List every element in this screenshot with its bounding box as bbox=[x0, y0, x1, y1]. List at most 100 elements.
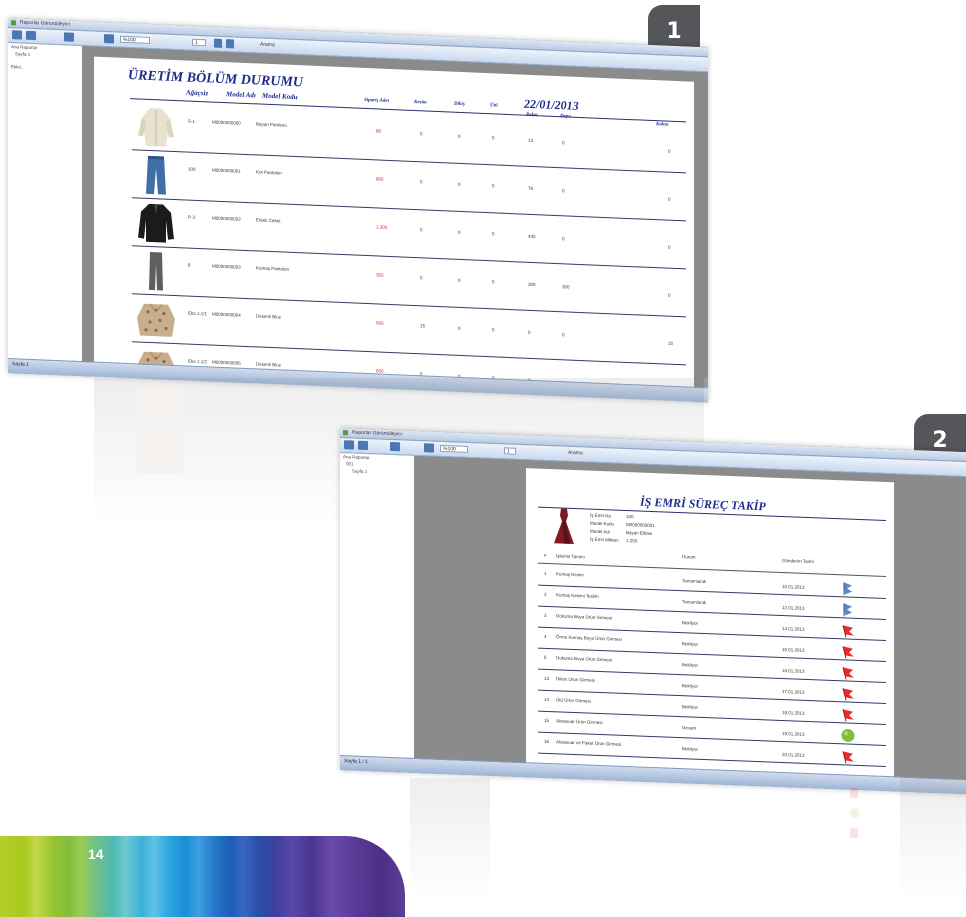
cell-name: Aksesuar ve Paket Ürün Girmesi bbox=[556, 739, 622, 747]
cell-v1: 15 bbox=[420, 323, 426, 329]
cell-date: 17.01.2013 bbox=[782, 688, 805, 695]
cell-v4: 76 bbox=[528, 185, 534, 192]
red-flag-icon bbox=[840, 686, 856, 701]
cell-date: 10.01.2013 bbox=[782, 583, 805, 590]
app-icon bbox=[11, 20, 16, 26]
report-viewport[interactable]: ÜRETİM BÖLÜM DURUMU 22/01/2013 Ağaçsiz M… bbox=[82, 46, 708, 403]
report-page: ÜRETİM BÖLÜM DURUMU 22/01/2013 Ağaçsiz M… bbox=[94, 56, 694, 403]
cell-status: Tamamlandı bbox=[682, 599, 707, 606]
col-header: Dikiş bbox=[454, 101, 465, 108]
info-value: M0000000001 bbox=[626, 521, 655, 529]
decorative-stripe-band bbox=[0, 836, 405, 917]
search-button[interactable]: Arama bbox=[566, 450, 588, 458]
report-page: İŞ EMRİ SÜREÇ TAKİP İş Emri No 100 Model K… bbox=[526, 468, 894, 779]
zoom-select[interactable]: %100 bbox=[440, 444, 468, 453]
black-jacket-image bbox=[136, 201, 176, 250]
cell-v2: 0 bbox=[458, 229, 461, 235]
col-header: Kesim bbox=[414, 100, 427, 106]
cell-v3: 0 bbox=[492, 183, 495, 189]
app-icon bbox=[343, 430, 348, 436]
page-setup-icon[interactable] bbox=[104, 34, 114, 44]
cell-end: 0 bbox=[668, 196, 671, 202]
cell-status: Bekliyor bbox=[682, 683, 699, 689]
cell-model-name: Desenli Bluz bbox=[256, 313, 282, 320]
cell-code: Eko 1.1/1 bbox=[188, 310, 208, 317]
cell-date: 20.01.2013 bbox=[782, 751, 805, 758]
col-header: Ağaçsiz bbox=[186, 88, 209, 98]
cell-status: Bekliyor bbox=[682, 662, 699, 668]
cell-model-name: Desenli Bluz bbox=[256, 361, 282, 368]
page-number: 14 bbox=[88, 846, 104, 862]
cell-status: Devam bbox=[682, 725, 697, 731]
cell-v5: 0 bbox=[562, 140, 565, 146]
info-value: 1.250 bbox=[626, 537, 638, 544]
cell-no: 5 bbox=[544, 654, 547, 660]
cell-no: 3 bbox=[544, 612, 547, 618]
cell-model-name: Kot Pantolon bbox=[256, 169, 282, 176]
cell-date: 18.01.2013 bbox=[782, 709, 805, 716]
cell-model-no: M0000000002 bbox=[212, 215, 241, 222]
status-text: Sayfa 1 / 1 bbox=[344, 758, 368, 766]
badge-label: 1 bbox=[666, 18, 682, 44]
cell-v5: 0 bbox=[562, 188, 565, 194]
cell-date: 19.01.2013 bbox=[782, 730, 805, 737]
report-title: ÜRETİM BÖLÜM DURUMU bbox=[128, 68, 304, 91]
green-circle-icon bbox=[840, 728, 856, 743]
cell-code: 8 bbox=[188, 262, 191, 268]
cell-v4: 300 bbox=[528, 281, 536, 288]
cell-name: Aksesuar Ürün Girmesi bbox=[556, 718, 603, 726]
cell-code: Eko 1.1/2 bbox=[188, 358, 208, 365]
next-page-icon[interactable] bbox=[226, 39, 234, 49]
cell-no: 4 bbox=[544, 633, 547, 639]
cell-v3: 0 bbox=[492, 327, 495, 333]
report-viewport[interactable]: İŞ EMRİ SÜREÇ TAKİP İş Emri No 100 Model K… bbox=[414, 455, 966, 781]
page-number-input[interactable]: 1 bbox=[504, 447, 516, 455]
red-flag-icon bbox=[840, 623, 856, 638]
blue-flag-icon bbox=[840, 581, 856, 596]
report-viewer-window-2: Raporlar Görüntüleyici %100 1 Arama Ana … bbox=[340, 428, 966, 795]
cell-v3: 0 bbox=[492, 231, 495, 237]
cell-v5: 0 bbox=[562, 332, 565, 338]
prev-page-icon[interactable] bbox=[214, 38, 222, 48]
col-header: Model Kodu bbox=[262, 91, 298, 102]
badge-label: 2 bbox=[932, 427, 948, 453]
cell-model-no: M0000000005 bbox=[212, 359, 241, 366]
cell-end: 15 bbox=[668, 340, 674, 346]
cell-status: Bekliyor bbox=[682, 704, 699, 710]
tree-node[interactable]: Ekler... bbox=[8, 63, 82, 73]
cell-v2: 0 bbox=[458, 277, 461, 283]
red-flag-icon bbox=[840, 749, 856, 764]
col-header: Model Adı bbox=[226, 90, 256, 100]
page-setup-icon[interactable] bbox=[424, 443, 434, 453]
zoom-select[interactable]: %100 bbox=[120, 35, 150, 44]
cell-qty: 500 bbox=[376, 320, 384, 326]
cell-model-no: M0000000004 bbox=[212, 311, 241, 318]
search-button[interactable]: Arama bbox=[258, 41, 280, 49]
cell-date: 16.01.2013 bbox=[782, 667, 805, 674]
patterned-blouse-image bbox=[136, 297, 176, 346]
refresh-icon[interactable] bbox=[26, 30, 36, 41]
cell-v1: 0 bbox=[420, 131, 423, 137]
refresh-icon[interactable] bbox=[358, 440, 368, 451]
export-icon[interactable] bbox=[12, 30, 22, 40]
report-date: 22/01/2013 bbox=[524, 96, 579, 113]
export-icon[interactable] bbox=[344, 440, 354, 450]
page-number-input[interactable]: 1 bbox=[192, 38, 206, 47]
cell-model-name: Bayan Pardesü bbox=[256, 121, 287, 128]
cell-model-name: Erkek Ceket bbox=[256, 217, 281, 224]
cell-qty: 350 bbox=[376, 272, 384, 278]
print-icon[interactable] bbox=[390, 441, 400, 452]
cell-model-no: M0000000003 bbox=[212, 263, 241, 270]
cell-qty: 85 bbox=[376, 128, 382, 134]
cell-v2: 0 bbox=[458, 181, 461, 187]
cell-status: Bekliyor bbox=[682, 746, 699, 752]
print-icon[interactable] bbox=[64, 32, 74, 42]
cell-no: 15 bbox=[544, 717, 550, 724]
cell-v5: 300 bbox=[562, 284, 570, 290]
col-header: Durum bbox=[682, 554, 696, 560]
cell-v5: 0 bbox=[562, 236, 565, 242]
cell-name: Kumaş Kesimi Teslim bbox=[556, 592, 599, 599]
tree-node[interactable]: Sayfa 1 bbox=[340, 467, 414, 477]
cell-v3: 0 bbox=[492, 279, 495, 285]
cell-model-no: M0000000001 bbox=[212, 167, 241, 174]
